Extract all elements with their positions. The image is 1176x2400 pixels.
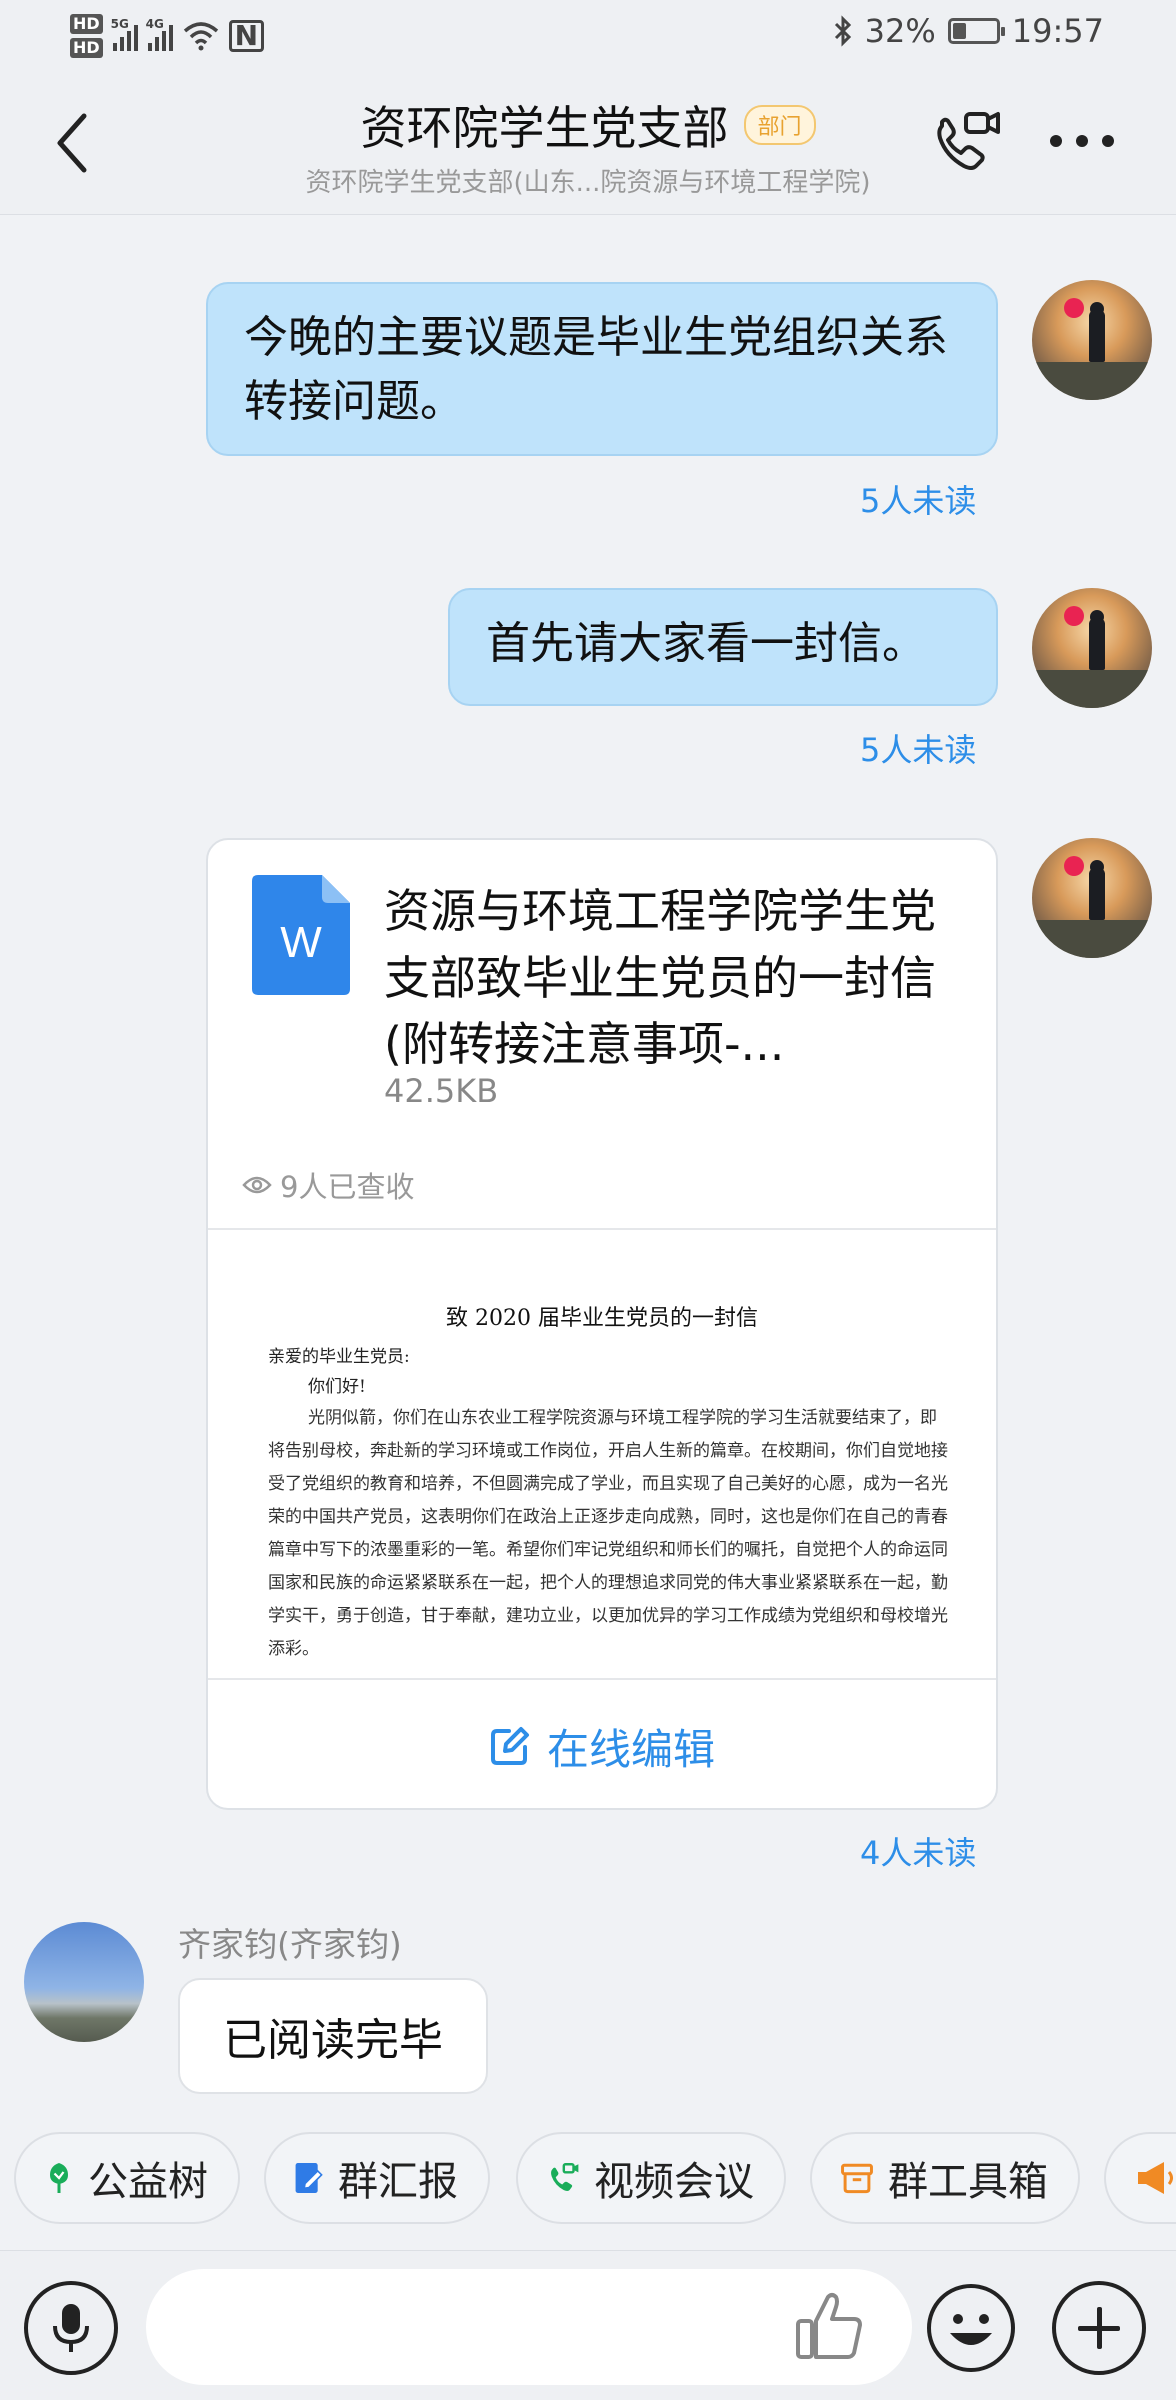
chat-title[interactable]: 资环院学生党支部	[360, 101, 728, 155]
battery-icon	[947, 18, 1005, 44]
battery-percent: 32%	[864, 12, 936, 50]
chip-video-meeting[interactable]: 视频会议	[516, 2132, 786, 2224]
toolbox-icon	[841, 2163, 873, 2194]
word-icon-letter: W	[280, 918, 322, 967]
unread-count[interactable]: 5人未读	[860, 725, 976, 771]
word-document-icon: W	[252, 875, 350, 995]
status-left: HD HD 5G 4G N	[70, 8, 265, 64]
tree-icon	[50, 2163, 68, 2193]
signal-5g-icon: 5G	[111, 17, 138, 51]
chip-charity-tree[interactable]: 公益树	[14, 2132, 240, 2224]
chat-header: 资环院学生党支部 部门 资环院学生党支部(山东...院资源与环境工程学院)	[0, 70, 1176, 215]
preview-greeting: 你们好!	[308, 1377, 366, 1397]
signal-4g-icon: 4G	[146, 17, 173, 51]
avatar[interactable]	[1032, 280, 1152, 400]
file-name[interactable]: 资源与环境工程学院学生党支部致毕业生党员的一封信(附转接注意事项-...	[384, 878, 964, 1078]
avatar[interactable]	[1032, 588, 1152, 708]
chip-group-report[interactable]: 群汇报	[264, 2132, 490, 2224]
chip-label: 视频会议	[594, 2159, 754, 2205]
avatar[interactable]	[1032, 838, 1152, 958]
nfc-icon: N	[228, 20, 265, 52]
file-size: 42.5KB	[384, 1072, 499, 1110]
chip-group-toolbox[interactable]: 群工具箱	[810, 2132, 1080, 2224]
chip-label: 群汇报	[338, 2159, 458, 2205]
sender-name: 齐家钧(齐家钧)	[178, 1925, 402, 1964]
chip-announcement[interactable]	[1104, 2132, 1176, 2224]
message-bubble-other[interactable]: 已阅读完毕	[178, 1978, 488, 2094]
department-badge: 部门	[743, 105, 816, 145]
chip-label: 群工具箱	[888, 2159, 1048, 2205]
viewed-count: 9人已查收	[280, 1170, 415, 1204]
phone-video-call-icon[interactable]	[928, 106, 1004, 182]
net1-label: 5G	[110, 17, 129, 31]
wifi-icon	[183, 22, 218, 51]
file-message-card[interactable]: W 资源与环境工程学院学生党支部致毕业生党员的一封信(附转接注意事项-... 4…	[206, 838, 998, 1810]
status-bar: HD HD 5G 4G N 32% 19:57	[0, 0, 1176, 70]
unread-count[interactable]: 5人未读	[860, 476, 976, 522]
unread-count[interactable]: 4人未读	[860, 1828, 976, 1874]
hd-indicator: HD HD	[70, 14, 103, 58]
microphone-icon	[53, 2304, 89, 2352]
megaphone-icon	[1138, 2162, 1173, 2194]
avatar[interactable]	[24, 1922, 144, 2042]
voice-input-button[interactable]	[24, 2281, 118, 2375]
message-bubble-self[interactable]: 首先请大家看一封信。	[448, 588, 998, 706]
add-more-icon[interactable]	[1052, 2281, 1146, 2375]
quick-actions-bar: 公益树 群汇报 视频会议 群工具箱	[0, 2130, 1176, 2230]
preview-salutation: 亲爱的毕业生党员:	[268, 1347, 410, 1367]
thumbs-up-icon[interactable]	[790, 2287, 870, 2367]
input-bar	[0, 2250, 1176, 2400]
hd2-label: HD	[70, 38, 103, 58]
more-options-icon[interactable]	[1050, 135, 1120, 155]
edit-online-label: 在线编辑	[546, 1724, 715, 1774]
preview-title: 致 2020 届毕业生党员的一封信	[446, 1306, 758, 1331]
video-call-icon	[551, 2163, 579, 2191]
battery-fill	[952, 23, 966, 39]
bluetooth-icon	[834, 15, 851, 47]
emoji-icon[interactable]	[924, 2281, 1018, 2375]
edit-online-button[interactable]: 在线编辑	[208, 1680, 996, 1808]
report-icon	[295, 2163, 323, 2193]
viewed-status[interactable]: 9人已查收	[242, 1164, 414, 1206]
message-bubble-self[interactable]: 今晚的主要议题是毕业生党组织关系转接问题。	[206, 282, 998, 456]
document-preview[interactable]: 致 2020 届毕业生党员的一封信 亲爱的毕业生党员: 你们好! 光阴似箭，你们…	[208, 1230, 996, 1678]
chip-label: 公益树	[88, 2159, 208, 2205]
eye-icon	[242, 1176, 272, 1194]
hd1-label: HD	[70, 14, 103, 34]
clock: 19:57	[1011, 12, 1104, 50]
status-right: 32% 19:57	[833, 12, 1104, 50]
net2-label: 4G	[145, 17, 164, 31]
edit-icon	[490, 1727, 529, 1765]
preview-body: 光阴似箭，你们在山东农业工程学院资源与环境工程学院的学习生活就要结束了，即将告别…	[268, 1408, 948, 1659]
